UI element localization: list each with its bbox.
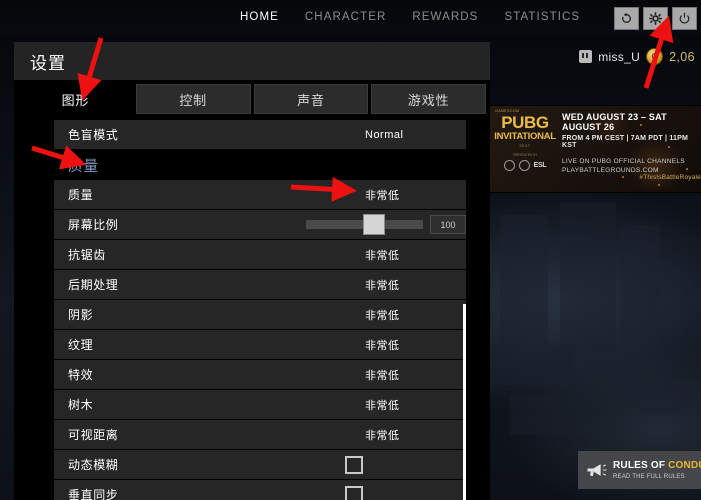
settings-row-checkbox[interactable]	[345, 485, 363, 500]
rules-title: RULES OF CONDUCT	[613, 460, 701, 471]
refresh-icon	[622, 12, 631, 23]
settings-row-value[interactable]: Normal	[365, 129, 403, 141]
settings-row[interactable]: 特效 非常低	[54, 360, 466, 390]
settings-scrollbar-thumb[interactable]	[463, 304, 466, 500]
nav-buttons	[614, 7, 697, 30]
promo-dates: WED AUGUST 23 – SAT AUGUST 26	[562, 112, 667, 132]
balance-label: 2,06	[669, 49, 695, 64]
tab-controls[interactable]: 控制	[135, 84, 251, 114]
settings-panel: 设置 图形 控制 声音 游戏性 色盲模式 Normal 质量 质量 非常低 屏幕比例 100…	[14, 42, 490, 500]
settings-row-value[interactable]: 非常低	[365, 337, 400, 353]
promo-year: 2017	[519, 142, 531, 148]
settings-button[interactable]	[643, 7, 668, 30]
nav-links: HOME CHARACTER REWARDS STATISTICS	[240, 11, 580, 23]
nav-item-statistics[interactable]: STATISTICS	[504, 11, 580, 23]
username-label: miss_U	[598, 49, 641, 64]
promo-partner: ESL	[533, 161, 547, 169]
settings-row[interactable]: 动态模糊	[54, 450, 466, 480]
settings-row-value[interactable]: 非常低	[365, 277, 400, 293]
settings-row-label: 屏幕比例	[68, 218, 119, 232]
twitch-icon	[579, 50, 593, 63]
settings-row[interactable]: 垂直同步	[54, 480, 466, 500]
nav-item-rewards[interactable]: REWARDS	[412, 11, 478, 23]
nav-item-home[interactable]: HOME	[240, 11, 279, 23]
power-button[interactable]	[672, 7, 697, 30]
refresh-button[interactable]	[614, 7, 639, 30]
settings-row-value[interactable]: 非常低	[365, 367, 400, 383]
promo-presented-by: PRESENTED BY	[512, 152, 538, 157]
settings-row-label: 可视距离	[68, 428, 119, 442]
settings-row-label: 树木	[68, 398, 94, 412]
rules-title-prefix: RULES OF	[613, 460, 669, 471]
promo-website: PLAYBATTLEGROUNDS.COM	[562, 167, 659, 174]
promo-hashtag: #ThisIsBattleRoyale	[639, 174, 701, 181]
settings-row-value[interactable]: 非常低	[365, 427, 400, 443]
settings-row[interactable]: 屏幕比例 100	[54, 210, 466, 240]
settings-row-value[interactable]: 非常低	[365, 187, 400, 203]
promo-logo: GAMESCOM PUBG INVITATIONAL 2017 PRESENTE…	[492, 109, 558, 189]
settings-row-value[interactable]: 非常低	[365, 247, 400, 263]
settings-row[interactable]: 抗锯齿 非常低	[54, 240, 466, 270]
promo-banner[interactable]: GAMESCOM PUBG INVITATIONAL 2017 PRESENTE…	[490, 105, 701, 193]
promo-channels: LIVE ON PUBG OFFICIAL CHANNELS	[562, 158, 685, 165]
settings-row[interactable]: 后期处理 非常低	[54, 270, 466, 300]
gear-icon	[649, 12, 662, 25]
tab-gameplay[interactable]: 游戏性	[371, 84, 486, 114]
settings-section-header: 质量	[54, 150, 466, 180]
rules-subtitle: READ THE FULL RULES	[613, 474, 685, 480]
rules-of-conduct-banner[interactable]: RULES OF CONDUCT READ THE FULL RULES	[578, 451, 701, 489]
settings-row-label: 纹理	[68, 338, 94, 352]
settings-row-label: 垂直同步	[68, 488, 119, 500]
settings-row-label: 抗锯齿	[68, 248, 106, 262]
settings-row[interactable]: 可视距离 非常低	[54, 420, 466, 450]
settings-tabs: 图形 控制 声音 游戏性	[14, 84, 490, 114]
coin-icon: G	[646, 48, 664, 65]
game-client: HOME CHARACTER REWARDS STATISTICS miss_U…	[0, 0, 701, 500]
settings-row-label: 色盲模式	[68, 128, 119, 142]
promo-times: FROM 4 PM CEST | 7AM PDT | 11PM KST	[562, 135, 689, 149]
top-navigation: HOME CHARACTER REWARDS STATISTICS	[0, 0, 701, 34]
rules-title-accent: CONDUCT	[668, 460, 701, 471]
partner-circle-icon	[503, 159, 515, 171]
rules-text: RULES OF CONDUCT READ THE FULL RULES	[613, 460, 701, 480]
settings-row-label: 后期处理	[68, 278, 119, 292]
promo-partner-logos: ESL	[503, 159, 547, 171]
settings-row[interactable]: 质量 非常低	[54, 180, 466, 210]
settings-row-slider[interactable]	[306, 214, 423, 235]
nav-item-character[interactable]: CHARACTER	[305, 11, 386, 23]
settings-row-value[interactable]: 非常低	[365, 307, 400, 323]
promo-details: WED AUGUST 23 – SAT AUGUST 26 FROM 4 PM …	[562, 112, 697, 174]
settings-list-viewport: 色盲模式 Normal 质量 质量 非常低 屏幕比例 100 抗锯齿 非常低 后期处理 非常低 阴影非…	[18, 120, 486, 500]
settings-section-label: 质量	[68, 158, 99, 175]
user-bar: miss_U G 2,06	[579, 48, 695, 65]
settings-row[interactable]: 色盲模式 Normal	[54, 120, 466, 150]
settings-row-checkbox[interactable]	[345, 455, 363, 474]
settings-header: 设置	[14, 42, 490, 80]
tab-graphics[interactable]: 图形	[18, 84, 133, 114]
slider-handle[interactable]	[363, 214, 385, 235]
settings-row-label: 动态模糊	[68, 458, 119, 472]
settings-row[interactable]: 纹理 非常低	[54, 330, 466, 360]
megaphone-icon	[586, 462, 608, 478]
settings-row-value[interactable]: 非常低	[365, 397, 400, 413]
partner-circle-icon-2	[518, 159, 530, 171]
slider-value-box[interactable]: 100	[430, 215, 466, 234]
promo-event: INVITATIONAL	[494, 131, 556, 142]
settings-row-label: 特效	[68, 368, 94, 382]
tab-audio[interactable]: 声音	[253, 84, 369, 114]
power-icon	[679, 12, 690, 24]
settings-row-label: 质量	[68, 188, 94, 202]
settings-list: 色盲模式 Normal 质量 质量 非常低 屏幕比例 100 抗锯齿 非常低 后期处理 非常低 阴影非…	[54, 120, 466, 500]
settings-row[interactable]: 阴影 非常低	[54, 300, 466, 330]
promo-brand: PUBG	[501, 113, 549, 132]
page-title: 设置	[30, 53, 66, 73]
settings-row-label: 阴影	[68, 308, 94, 322]
settings-row[interactable]: 树木 非常低	[54, 390, 466, 420]
